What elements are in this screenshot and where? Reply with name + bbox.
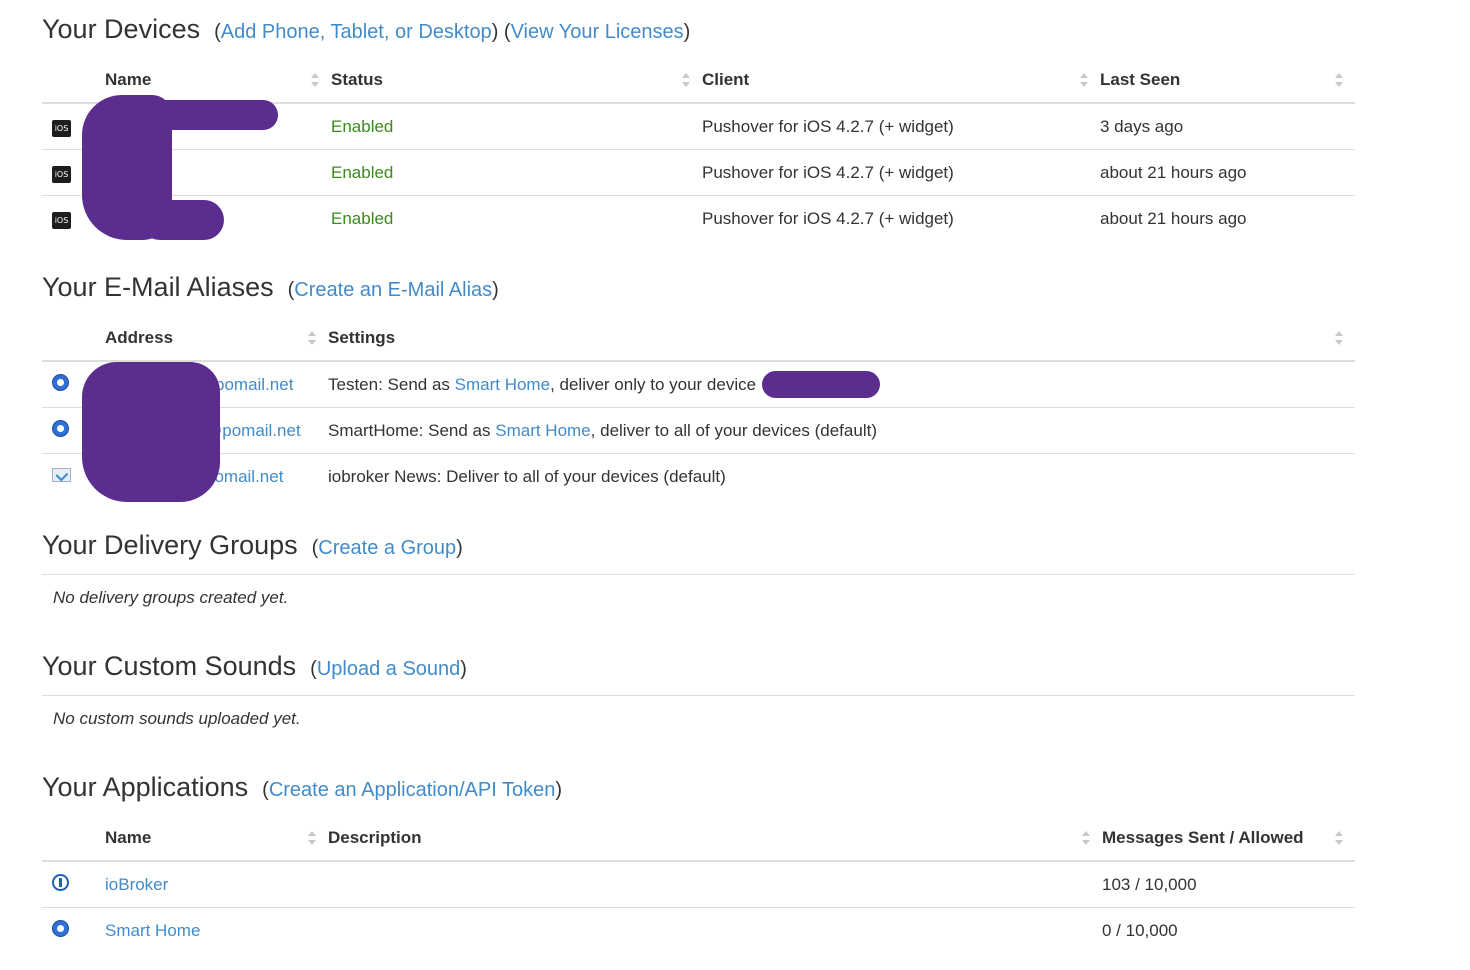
table-row: @pomail.net SmartHome: Send as Smart Hom… bbox=[42, 407, 1355, 454]
sounds-title: Your Custom Sounds bbox=[42, 651, 297, 681]
groups-empty-message: No delivery groups created yet. bbox=[42, 574, 1355, 620]
col-description[interactable]: Description bbox=[328, 815, 1102, 862]
sort-icon bbox=[1335, 830, 1343, 845]
app-messages: 103 / 10,000 bbox=[1102, 874, 1197, 894]
table-row: pomail.net iobroker News: Deliver to all… bbox=[42, 453, 1355, 499]
device-client: Pushover for iOS 4.2.7 (+ widget) bbox=[702, 116, 954, 136]
table-row: Smart Home 0 / 10,000 bbox=[42, 907, 1355, 953]
groups-title: Your Delivery Groups bbox=[42, 530, 298, 560]
device-client: Pushover for iOS 4.2.7 (+ widget) bbox=[702, 149, 1100, 196]
add-device-link[interactable]: Add Phone, Tablet, or Desktop bbox=[221, 21, 492, 43]
upload-sound-link[interactable]: Upload a Sound bbox=[317, 658, 460, 680]
table-row: iOS Enabled Pushover for iOS 4.2.7 (+ wi… bbox=[42, 195, 1355, 241]
create-group-link[interactable]: Create a Group bbox=[318, 537, 456, 559]
device-last-seen: 3 days ago bbox=[1100, 116, 1184, 136]
sort-icon bbox=[1080, 72, 1088, 87]
col-status[interactable]: Status bbox=[331, 57, 702, 104]
app-round-icon bbox=[52, 919, 69, 937]
app-name-link[interactable]: ioBroker bbox=[105, 875, 168, 894]
col-client[interactable]: Client bbox=[702, 57, 1100, 104]
sort-icon bbox=[308, 330, 316, 345]
app-description bbox=[328, 861, 1102, 908]
create-application-link[interactable]: Create an Application/API Token bbox=[269, 779, 555, 801]
applications-section-header: Your Applications (Create an Application… bbox=[42, 772, 562, 802]
col-messages[interactable]: Messages Sent / Allowed bbox=[1102, 815, 1355, 862]
app-round-icon bbox=[52, 419, 69, 437]
app-messages: 0 / 10,000 bbox=[1102, 907, 1355, 953]
alias-settings: iobroker News: Deliver to all of your de… bbox=[328, 453, 1355, 499]
table-row: iOS Enabled Pushover for iOS 4.2.7 (+ wi… bbox=[42, 149, 1355, 196]
smart-home-link[interactable]: Smart Home bbox=[495, 421, 590, 440]
col-app-name[interactable]: Name bbox=[105, 815, 328, 862]
app-description bbox=[328, 907, 1102, 953]
device-status: Enabled bbox=[331, 116, 394, 136]
sort-icon bbox=[1082, 830, 1090, 845]
app-name-link[interactable]: Smart Home bbox=[105, 921, 200, 940]
device-client: Pushover for iOS 4.2.7 (+ widget) bbox=[702, 195, 1100, 241]
devices-title: Your Devices bbox=[42, 14, 201, 44]
sort-icon bbox=[311, 72, 319, 87]
table-row: ioBroker 103 / 10,000 bbox=[42, 861, 1355, 908]
app-round-icon bbox=[52, 373, 69, 391]
redaction-mark bbox=[762, 371, 880, 398]
aliases-section-header: Your E-Mail Aliases (Create an E-Mail Al… bbox=[42, 272, 499, 302]
aliases-title: Your E-Mail Aliases bbox=[42, 272, 274, 302]
applications-table: Name Description Messages Sent / Allowed… bbox=[42, 815, 1355, 953]
sort-icon bbox=[1335, 330, 1343, 345]
ios-icon: iOS bbox=[52, 212, 71, 229]
device-last-seen: about 21 hours ago bbox=[1100, 149, 1355, 196]
sounds-empty-message: No custom sounds uploaded yet. bbox=[42, 695, 1355, 741]
device-last-seen: about 21 hours ago bbox=[1100, 195, 1355, 241]
devices-table: Name Status Client Last Seen iOS Enabled… bbox=[42, 57, 1355, 241]
view-licenses-link[interactable]: View Your Licenses bbox=[511, 21, 684, 43]
sounds-section-header: Your Custom Sounds (Upload a Sound) bbox=[42, 651, 467, 681]
devices-section-header: Your Devices (Add Phone, Tablet, or Desk… bbox=[42, 14, 691, 44]
col-last-seen[interactable]: Last Seen bbox=[1100, 57, 1355, 104]
mail-check-icon bbox=[52, 467, 71, 482]
aliases-table: Address Settings pomail.net Testen: Send… bbox=[42, 315, 1355, 499]
redaction-mark bbox=[140, 100, 278, 130]
alias-settings: SmartHome: Send as Smart Home, deliver t… bbox=[328, 407, 1355, 454]
col-address[interactable]: Address bbox=[105, 315, 328, 362]
sort-icon bbox=[308, 830, 316, 845]
power-icon bbox=[52, 873, 69, 891]
create-alias-link[interactable]: Create an E-Mail Alias bbox=[294, 279, 492, 301]
table-row: pomail.net Testen: Send as Smart Home, d… bbox=[42, 361, 1355, 408]
device-status: Enabled bbox=[331, 149, 702, 196]
applications-title: Your Applications bbox=[42, 772, 249, 802]
sort-icon bbox=[682, 72, 690, 87]
col-settings[interactable]: Settings bbox=[328, 315, 1355, 362]
ios-icon: iOS bbox=[52, 166, 71, 183]
smart-home-link[interactable]: Smart Home bbox=[455, 375, 550, 394]
redaction-mark bbox=[82, 362, 220, 502]
groups-section-header: Your Delivery Groups (Create a Group) bbox=[42, 530, 463, 560]
ios-icon: iOS bbox=[52, 120, 71, 137]
device-status: Enabled bbox=[331, 195, 702, 241]
sort-icon bbox=[1335, 72, 1343, 87]
redaction-mark bbox=[140, 200, 224, 240]
